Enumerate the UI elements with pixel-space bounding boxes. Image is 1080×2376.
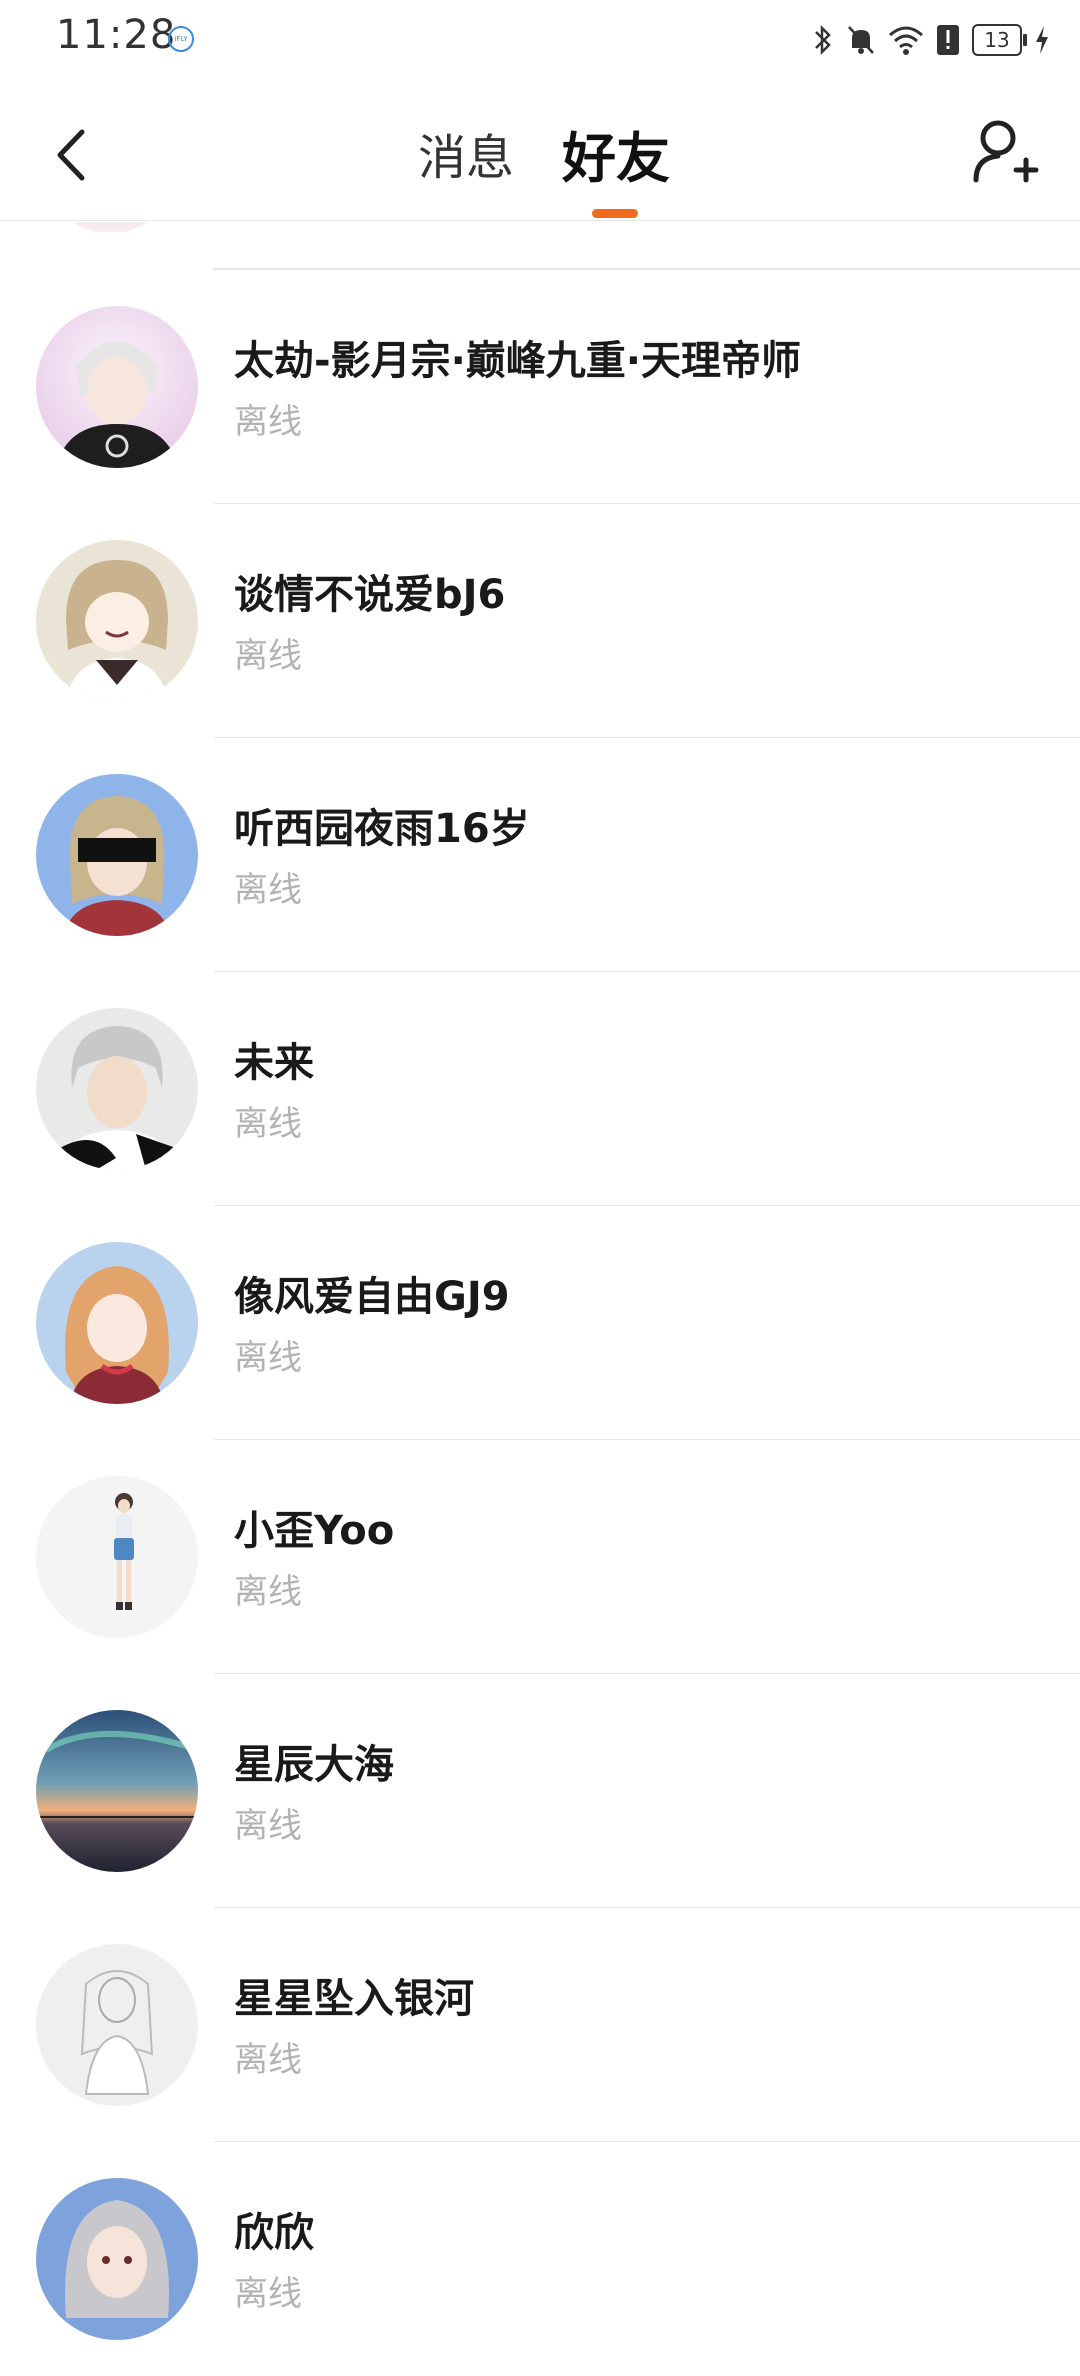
- top-nav: 消息 好友: [0, 80, 1080, 221]
- friend-name: 未来: [234, 1040, 314, 1086]
- friend-row[interactable]: 未来 离线: [0, 972, 1080, 1206]
- friend-name: 太劫-影月宗·巅峰九重·天理帝师: [234, 338, 801, 384]
- battery-indicator: 13: [972, 24, 1027, 56]
- chevron-left-icon: [57, 129, 85, 181]
- friend-status: 离线: [234, 1338, 302, 1378]
- active-tab-indicator: [592, 209, 638, 218]
- avatar: [60, 222, 160, 232]
- avatar: [36, 1710, 198, 1872]
- friend-status: 离线: [234, 870, 302, 910]
- avatar: [36, 306, 198, 468]
- friend-status: 离线: [234, 1572, 302, 1612]
- ifly-icon: iFLY: [168, 26, 194, 52]
- bluetooth-icon: [815, 24, 831, 56]
- friend-row[interactable]: 听西园夜雨16岁 离线: [0, 738, 1080, 972]
- friend-row[interactable]: 太劫-影月宗·巅峰九重·天理帝师 离线: [0, 270, 1080, 504]
- avatar: [36, 540, 198, 702]
- friend-row[interactable]: 小歪Yoo 离线: [0, 1440, 1080, 1674]
- friend-status: 离线: [234, 1806, 302, 1846]
- tab-friends[interactable]: 好友: [562, 114, 670, 193]
- friend-status: 离线: [234, 2040, 302, 2080]
- friend-row[interactable]: 欣欣 离线: [0, 2142, 1080, 2376]
- friend-status: 离线: [234, 2274, 302, 2314]
- friend-name: 像风爱自由GJ9: [234, 1274, 510, 1320]
- friend-name: 听西园夜雨16岁: [234, 806, 530, 852]
- friend-name: 谈情不说爱bJ6: [234, 572, 506, 618]
- avatar: [36, 1242, 198, 1404]
- wifi-icon: [889, 26, 923, 55]
- avatar: [36, 1476, 198, 1638]
- mute-bell-icon: [848, 26, 874, 54]
- add-user-icon: [973, 120, 1039, 183]
- avatar: [36, 1008, 198, 1170]
- avatar: [36, 774, 198, 936]
- alert-icon: [937, 25, 959, 55]
- avatar: [36, 1944, 198, 2106]
- friend-status: 离线: [234, 402, 302, 442]
- friend-status: 离线: [234, 1104, 302, 1144]
- add-friend-button[interactable]: [970, 114, 1040, 194]
- friend-status: 离线: [234, 636, 302, 676]
- friend-name: 欣欣: [234, 2210, 314, 2256]
- friend-row[interactable]: 星辰大海 离线: [0, 1674, 1080, 1908]
- tab-messages[interactable]: 消息: [418, 118, 514, 188]
- friend-row[interactable]: 像风爱自由GJ9 离线: [0, 1206, 1080, 1440]
- charging-icon: [1036, 26, 1048, 54]
- list-item-partial[interactable]: [0, 222, 1080, 270]
- status-time: 11:28: [56, 12, 177, 58]
- friend-row[interactable]: 谈情不说爱bJ6 离线: [0, 504, 1080, 738]
- status-icons: 13: [812, 20, 1050, 60]
- friend-row[interactable]: 星星坠入银河 离线: [0, 1908, 1080, 2142]
- friend-name: 小歪Yoo: [234, 1508, 395, 1554]
- back-button[interactable]: [48, 120, 98, 190]
- status-bar: 11:28 iFLY 13: [0, 0, 1080, 80]
- avatar: [36, 2178, 198, 2340]
- friend-name: 星星坠入银河: [234, 1976, 474, 2022]
- friend-name: 星辰大海: [234, 1742, 394, 1788]
